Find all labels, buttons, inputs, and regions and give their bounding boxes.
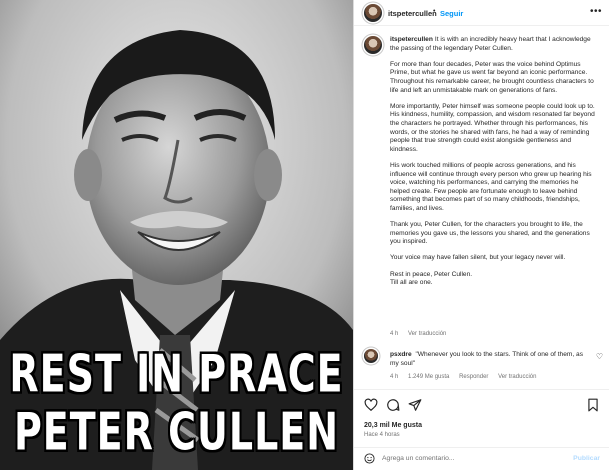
caption-username[interactable]: itspetercullen [390, 36, 433, 43]
post-meta: 4 h Ver traducción [390, 331, 454, 337]
post-age: 4 h [390, 331, 399, 337]
caption-paragraph: More importantly, Peter himself was some… [390, 102, 595, 153]
caption-closing-2: Till all are one. [390, 279, 433, 287]
comment-icon[interactable] [386, 398, 400, 412]
separator-dot: • [433, 8, 436, 15]
commenter-avatar[interactable] [364, 349, 378, 363]
caption-author-avatar[interactable] [364, 36, 382, 54]
author-avatar[interactable] [364, 4, 382, 22]
caption-paragraph: itspetercullen It is with an incredibly h… [390, 36, 591, 52]
header-username[interactable]: itspetercullen [388, 9, 437, 18]
like-count[interactable]: 20,3 mil Me gusta [364, 422, 422, 429]
comment-translate-link[interactable]: Ver traducción [498, 374, 536, 380]
follow-button[interactable]: Seguir [440, 9, 463, 18]
post-timestamp: Hace 4 horas [364, 432, 400, 438]
caption-paragraph: Your voice may have fallen silent, but y… [390, 254, 566, 262]
emoji-icon[interactable] [364, 453, 375, 464]
heart-icon[interactable] [364, 398, 378, 412]
caption-paragraph: His work touched millions of people acro… [390, 161, 592, 212]
caption-paragraph: For more than four decades, Peter was th… [390, 60, 594, 94]
comment-like-icon[interactable]: ♡ [596, 352, 603, 361]
comment-input[interactable] [382, 452, 562, 465]
caption-line-1: REST IN PRACE [9, 344, 344, 404]
post-translate-link[interactable]: Ver traducción [408, 331, 446, 337]
comment-likes[interactable]: 1.249 Me gusta [408, 374, 449, 380]
comment-age: 4 h [390, 374, 399, 380]
post-header: itspetercullen • Seguir ••• [354, 0, 609, 26]
comment: psxdre "Whenever you look to the stars. … [390, 351, 590, 368]
comment-meta: 4 h 1.249 Me gusta Responder Ver traducc… [390, 374, 544, 380]
comment-text: "Whenever you look to the stars. Think o… [390, 351, 583, 367]
add-comment-bar: Publicar [354, 447, 609, 470]
post-caption: itspetercullen It is with an incredibly h… [390, 36, 598, 288]
post-panel: itspetercullen • Seguir ••• itspetercull… [353, 0, 609, 470]
action-bar [354, 389, 609, 419]
comment-reply-button[interactable]: Responder [459, 374, 488, 380]
caption-line-2: PETER CULLEN [13, 402, 340, 462]
caption-paragraph: Thank you, Peter Cullen, for the charact… [390, 221, 590, 246]
share-icon[interactable] [408, 398, 422, 412]
comment-username[interactable]: psxdre [390, 351, 412, 358]
publish-button[interactable]: Publicar [573, 455, 600, 462]
caption-closing-1: Rest in peace, Peter Cullen. [390, 270, 473, 278]
more-horizontal-icon[interactable]: ••• [590, 6, 602, 17]
save-icon[interactable] [586, 398, 600, 412]
post-image[interactable]: REST IN PRACE PETER CULLEN [0, 0, 353, 470]
